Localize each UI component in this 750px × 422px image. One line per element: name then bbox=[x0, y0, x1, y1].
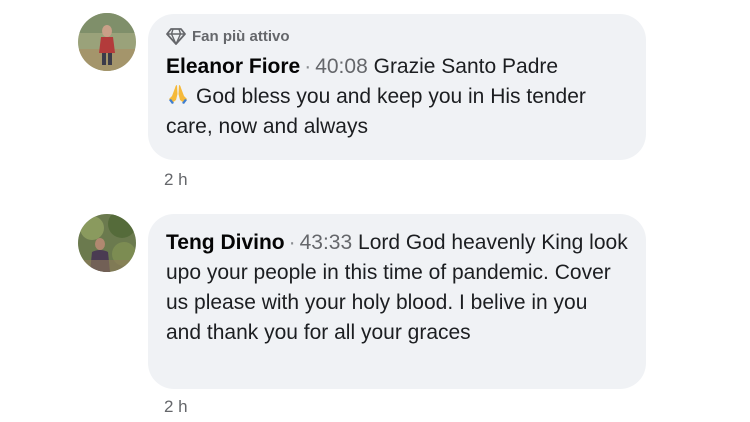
top-fan-badge[interactable]: Fan più attivo bbox=[166, 26, 628, 46]
comment-list: Fan più attivo Eleanor Fiore · 40:08 Grazi… bbox=[0, 0, 750, 422]
separator: · bbox=[304, 55, 312, 78]
comment-age[interactable]: 2 h bbox=[164, 170, 188, 190]
comment-author[interactable]: Eleanor Fiore bbox=[166, 55, 300, 78]
comment-body-continued: God bless you and keep you in His tender… bbox=[166, 85, 586, 138]
comment-text: Teng Divino · 43:33 Lord God heavenly King… bbox=[166, 228, 628, 348]
comment-author[interactable]: Teng Divino bbox=[166, 231, 285, 254]
comment-body: Grazie Santo Padre bbox=[373, 55, 559, 78]
video-timestamp-link[interactable]: 40:08 bbox=[315, 55, 368, 78]
comment-text: Eleanor Fiore · 40:08 Grazie Santo Padre G… bbox=[166, 52, 628, 142]
badge-label: Fan più attivo bbox=[192, 27, 290, 45]
avatar[interactable] bbox=[78, 13, 136, 71]
video-timestamp-link[interactable]: 43:33 bbox=[300, 231, 353, 254]
comment-bubble: Teng Divino · 43:33 Lord God heavenly King… bbox=[148, 214, 646, 389]
diamond-badge-icon bbox=[166, 28, 186, 45]
separator: · bbox=[288, 231, 296, 254]
avatar[interactable] bbox=[78, 214, 136, 272]
comment-bubble: Fan più attivo Eleanor Fiore · 40:08 Grazi… bbox=[148, 14, 646, 160]
comment-age[interactable]: 2 h bbox=[164, 397, 188, 417]
folded-hands-emoji bbox=[169, 85, 187, 104]
